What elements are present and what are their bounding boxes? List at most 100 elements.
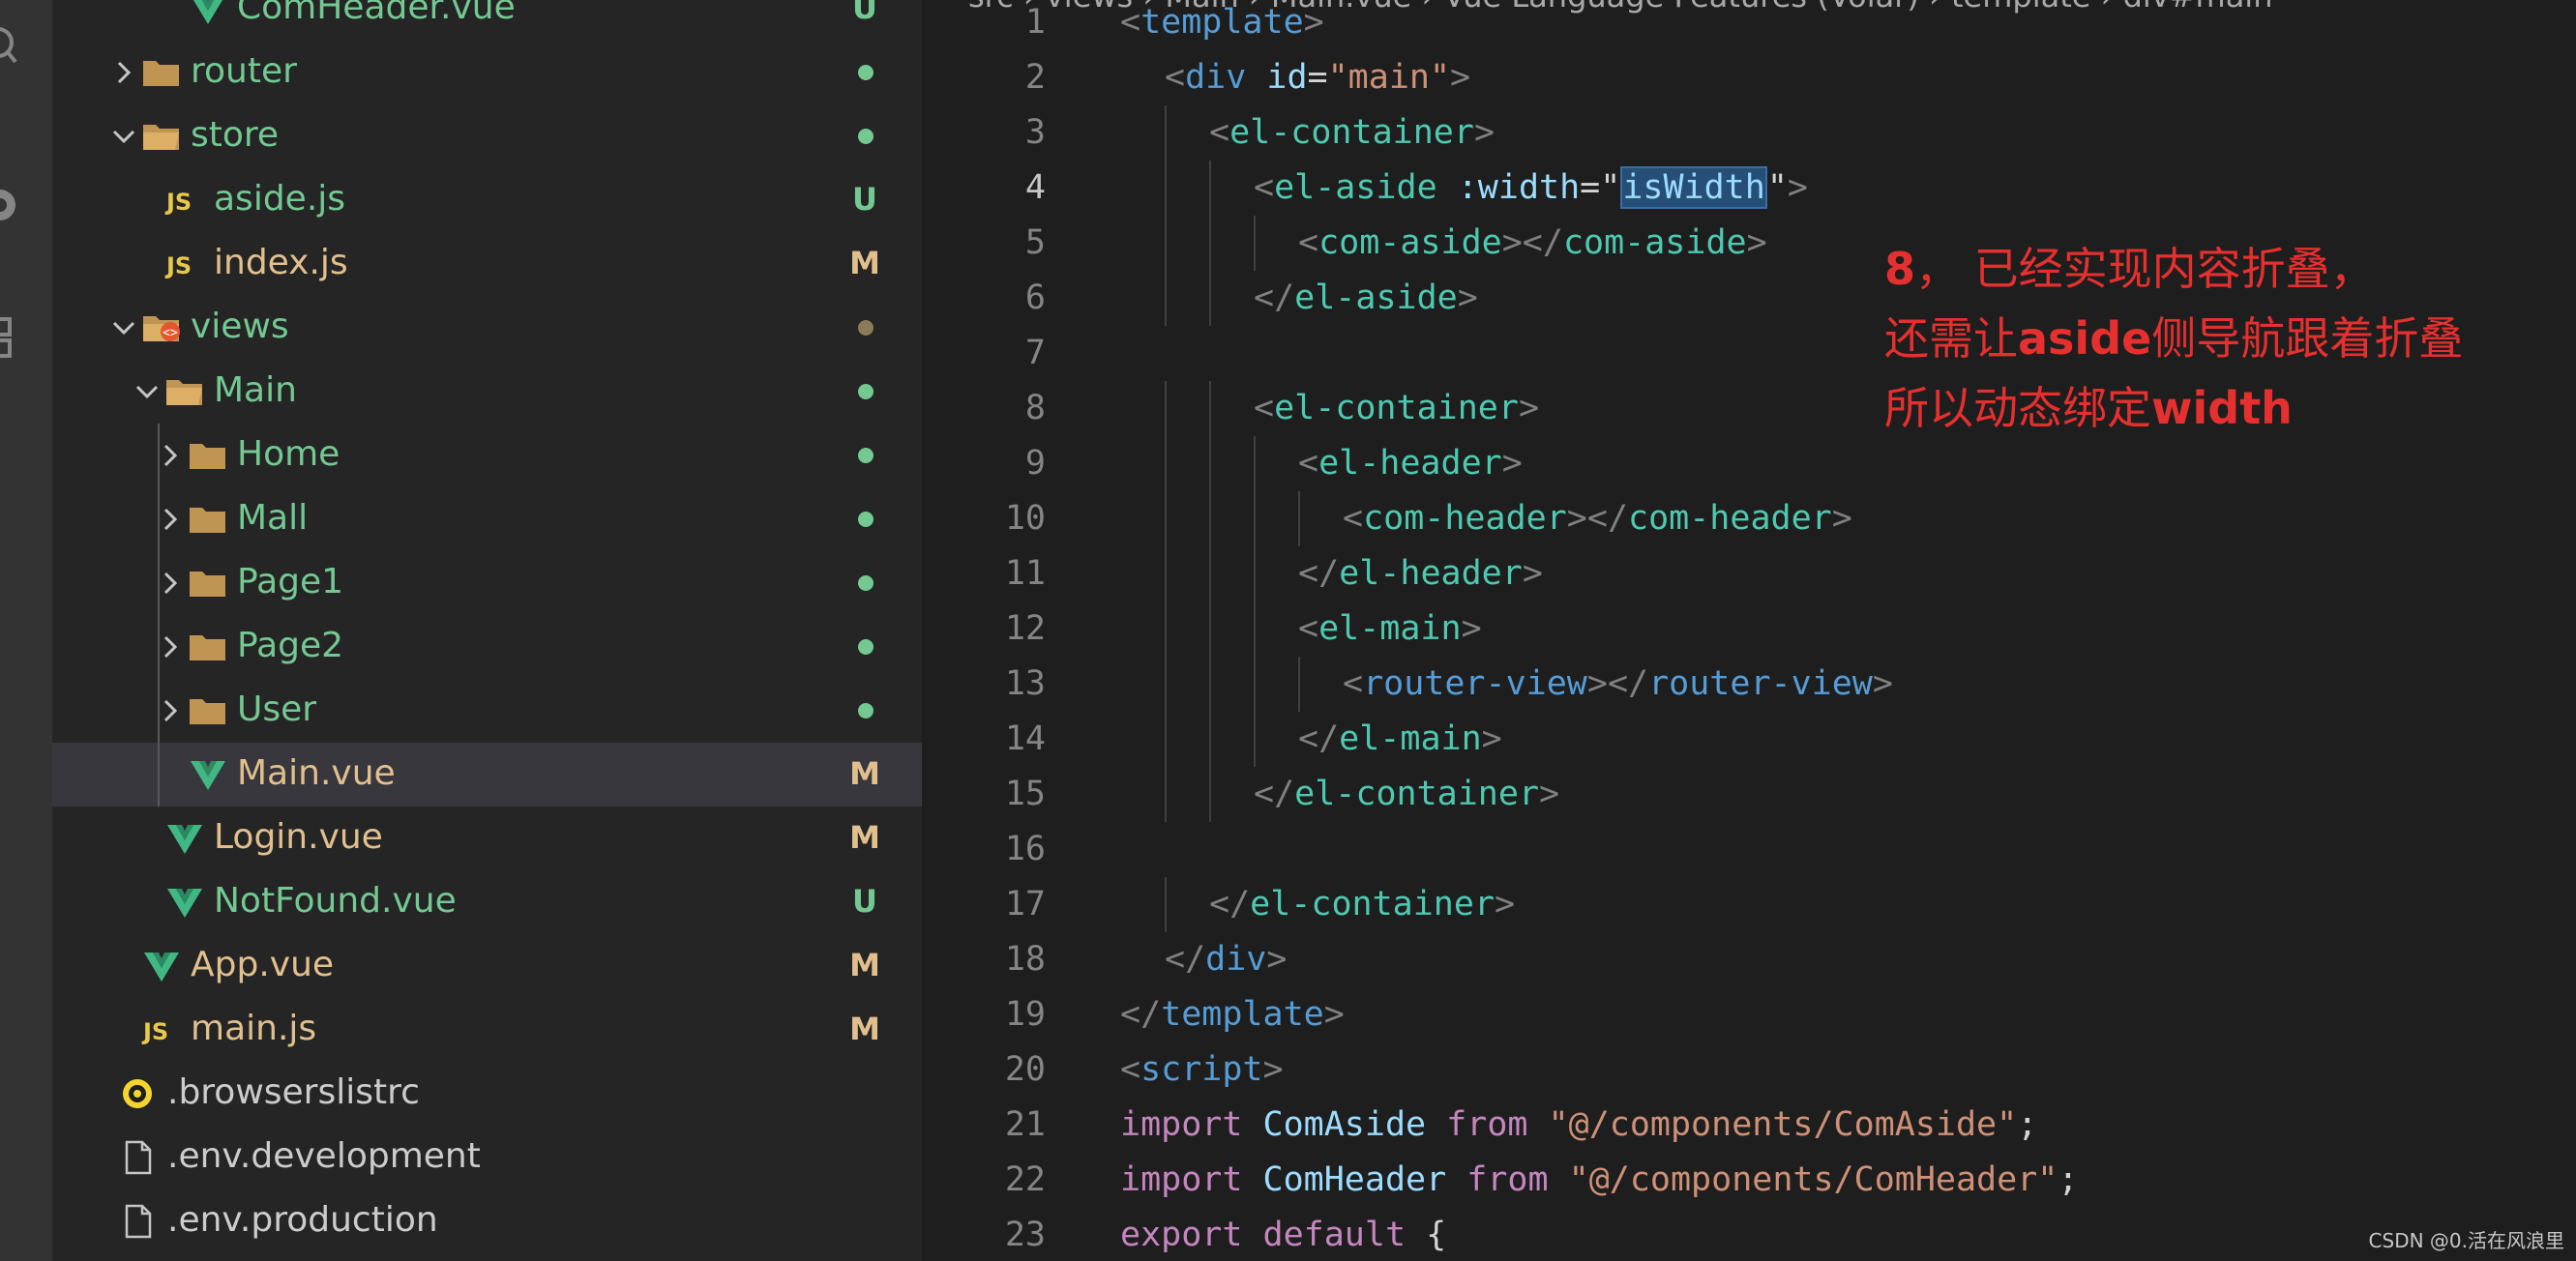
chevron-right-icon[interactable] <box>157 442 184 469</box>
line-number: 2 <box>1024 58 1046 97</box>
code-line[interactable]: 12 <el-main> <box>922 601 2576 657</box>
code-line[interactable]: 10 <com-header></com-header> <box>922 491 2576 546</box>
extensions-icon[interactable] <box>0 309 29 367</box>
code-token: < <box>1298 609 1319 648</box>
annotation-line: 8， 已经实现内容折叠， <box>1884 234 2463 304</box>
code-token: < <box>1120 3 1141 42</box>
explorer-item-label: Login.vue <box>214 817 383 857</box>
explorer-item-app-vue[interactable]: App.vue M <box>52 934 922 998</box>
explorer-item-main-vue[interactable]: Main.vue M <box>52 743 922 806</box>
svg-text:JS: JS <box>164 252 192 279</box>
code-token: el-container <box>1250 885 1495 924</box>
selected-text: isWidth <box>1620 166 1767 209</box>
explorer-item-main-js[interactable]: JS main.js M <box>52 998 922 1062</box>
search-icon[interactable] <box>0 19 29 77</box>
code-line[interactable]: 17 </el-container> <box>922 877 2576 932</box>
explorer-item-label: .env.production <box>167 1200 438 1240</box>
git-status-badge: U <box>852 883 877 920</box>
annotation-text: 8 <box>1884 243 1916 295</box>
explorer-item-label: Page1 <box>237 562 344 601</box>
indent-guide <box>1254 216 1256 271</box>
source-control-icon[interactable] <box>0 174 29 232</box>
code-token: from <box>1446 1105 1528 1144</box>
explorer-item-router[interactable]: router <box>52 41 922 104</box>
folder-icon <box>190 699 225 724</box>
js-file-icon: JS <box>141 1018 168 1045</box>
explorer-item-mall[interactable]: Mall <box>52 487 922 551</box>
code-line[interactable]: 23 export default { <box>922 1208 2576 1261</box>
code-line[interactable]: 14 </el-main> <box>922 712 2576 767</box>
code-token: </ <box>1254 775 1295 813</box>
chevron-down-icon[interactable] <box>110 314 137 341</box>
line-number: 19 <box>1004 995 1046 1034</box>
line-number: 21 <box>1004 1105 1046 1144</box>
git-status-dot <box>858 129 873 144</box>
git-status-dot <box>858 575 873 591</box>
explorer-item-notfound-vue[interactable]: NotFound.vue U <box>52 870 922 934</box>
code-line[interactable]: 13 <router-view></router-view> <box>922 657 2576 712</box>
code-token: > <box>1457 279 1478 317</box>
explorer-item-env-development[interactable]: .env.development <box>52 1126 922 1189</box>
explorer-item-index-js[interactable]: JS index.js M <box>52 232 922 296</box>
code-token: el-container <box>1274 389 1519 427</box>
code-line[interactable]: 15 </el-container> <box>922 767 2576 822</box>
chevron-right-icon[interactable] <box>157 633 184 660</box>
git-status-badge: M <box>849 755 880 792</box>
code-token: < <box>1254 389 1275 427</box>
explorer-item-label: aside.js <box>214 179 346 219</box>
explorer-item-comheader-vue[interactable]: ComHeader.vue U <box>52 0 922 41</box>
code-line[interactable]: 2 <div id="main"> <box>922 50 2576 105</box>
code-token: export <box>1120 1216 1243 1254</box>
svg-text:JS: JS <box>164 189 192 216</box>
explorer-item-env-production[interactable]: .env.production <box>52 1189 922 1253</box>
line-number: 5 <box>1024 223 1046 262</box>
explorer-item-label: Page2 <box>237 626 344 665</box>
line-number: 6 <box>1024 279 1046 317</box>
indent-guide <box>1165 381 1167 436</box>
chevron-right-icon[interactable] <box>157 697 184 724</box>
code-text: </el-aside> <box>1254 271 1478 326</box>
explorer-item-page2[interactable]: Page2 <box>52 615 922 679</box>
explorer-item-page1[interactable]: Page1 <box>52 551 922 615</box>
chevron-right-icon[interactable] <box>157 570 184 597</box>
code-token: { <box>1406 1216 1447 1254</box>
line-number: 11 <box>1004 554 1046 593</box>
code-token: import <box>1120 1160 1243 1199</box>
indent-guide <box>1165 877 1167 932</box>
chevron-down-icon[interactable] <box>133 378 161 405</box>
explorer-item-home[interactable]: Home <box>52 424 922 487</box>
code-line[interactable]: 16 <box>922 822 2576 877</box>
explorer-item-browserslistrc[interactable]: .browserslistrc <box>52 1062 922 1126</box>
chevron-right-icon[interactable] <box>110 59 137 86</box>
explorer-item-main[interactable]: Main <box>52 360 922 424</box>
code-token: com-aside <box>1562 223 1747 262</box>
indent-guide <box>1209 767 1211 822</box>
code-line[interactable]: 19 </template> <box>922 987 2576 1042</box>
explorer-item-login-vue[interactable]: Login.vue M <box>52 806 922 870</box>
chevron-right-icon[interactable] <box>157 506 184 533</box>
explorer-item-views[interactable]: <> views <box>52 296 922 360</box>
code-token: < <box>1343 664 1364 703</box>
code-text: import ComHeader from "@/components/ComH… <box>1120 1153 2078 1208</box>
code-line[interactable]: 9 <el-header> <box>922 436 2576 491</box>
explorer-item-user[interactable]: User <box>52 679 922 743</box>
annotation-line: 所以动态绑定width <box>1884 373 2463 443</box>
line-number: 15 <box>1004 775 1046 813</box>
code-line[interactable]: 20 <script> <box>922 1042 2576 1098</box>
code-text: </el-header> <box>1298 546 1543 601</box>
code-line[interactable]: 11 </el-header> <box>922 546 2576 601</box>
explorer-item-aside-js[interactable]: JS aside.js U <box>52 168 922 232</box>
explorer-item-label: views <box>191 307 289 346</box>
code-line[interactable]: 1 <template> <box>922 0 2576 50</box>
code-line[interactable]: 4 <el-aside :width="isWidth"> <box>922 161 2576 216</box>
code-line[interactable]: 18 </div> <box>922 932 2576 987</box>
explorer-item-store[interactable]: store <box>52 104 922 168</box>
code-token: < <box>1209 113 1230 152</box>
code-line[interactable]: 21 import ComAside from "@/components/Com… <box>922 1098 2576 1153</box>
chevron-down-icon[interactable] <box>110 123 137 150</box>
code-token: com-header <box>1628 499 1832 538</box>
code-line[interactable]: 3 <el-container> <box>922 105 2576 161</box>
code-line[interactable]: 22 import ComHeader from "@/components/Co… <box>922 1153 2576 1208</box>
